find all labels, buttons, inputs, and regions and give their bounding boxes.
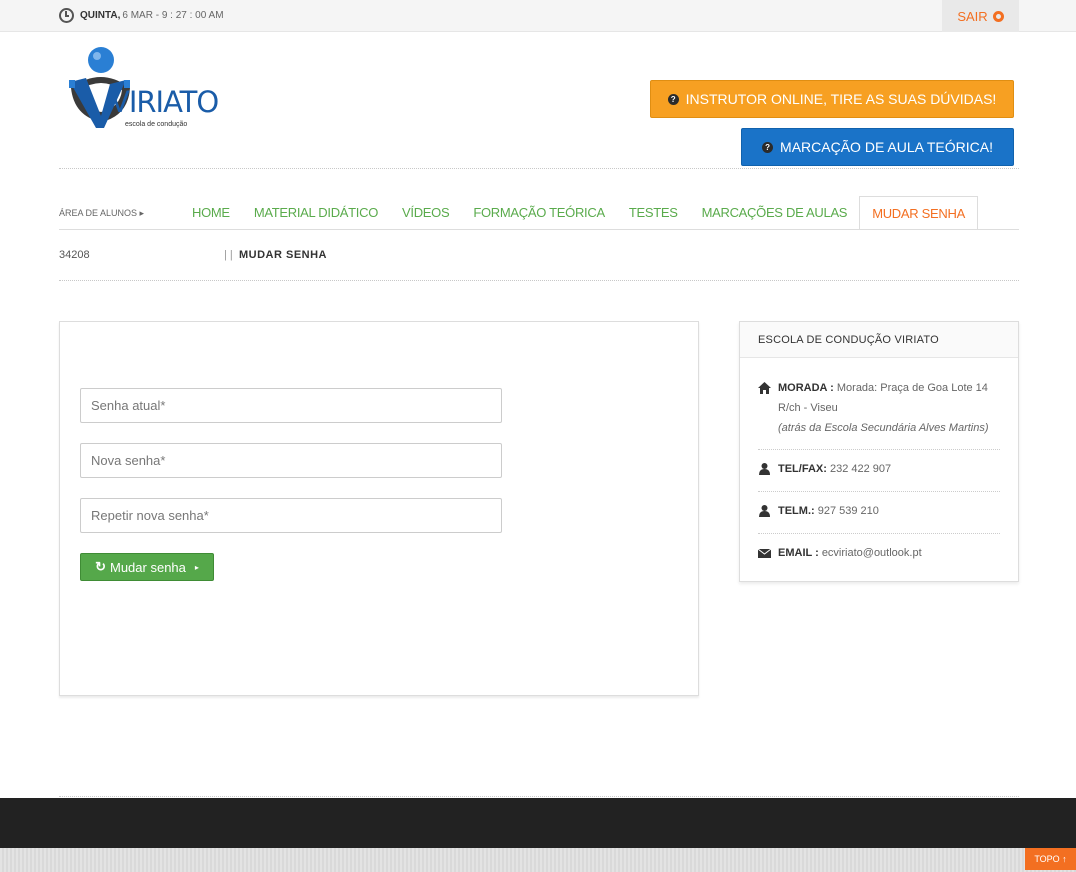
back-to-top-button[interactable]: TOPO ↑ (1025, 848, 1076, 870)
email-label: EMAIL : (778, 547, 819, 559)
telfax-label: TEL/FAX: (778, 463, 827, 475)
clock-icon (59, 8, 74, 23)
main-nav: HOME MATERIAL DIDÁTICO VÍDEOS FORMAÇÃO T… (180, 196, 978, 230)
new-password-input[interactable] (80, 443, 502, 478)
refresh-icon: ↻ (95, 559, 106, 574)
school-info-title: ESCOLA DE CONDUÇÃO VIRIATO (740, 322, 1018, 358)
footer (0, 798, 1076, 848)
email-value: ecviriato@outlook.pt (821, 547, 922, 559)
change-password-panel: ↻ Mudar senha ▸ (59, 321, 699, 696)
logout-label: SAIR (957, 8, 988, 24)
power-icon (992, 10, 1004, 22)
question-icon: ? (667, 93, 679, 105)
date-display: QUINTA, 6 MAR - 9 : 27 : 00 AM (59, 8, 224, 23)
breadcrumb: 34208 | | MUDAR SENHA (59, 249, 327, 261)
breadcrumb-divider (59, 280, 1019, 281)
brand-name: VIRIATO (110, 85, 219, 119)
date-day: QUINTA, (80, 10, 121, 21)
footer-bottom-strip (0, 848, 1076, 872)
instructor-online-label: INSTRUTOR ONLINE, TIRE AS SUAS DÚVIDAS! (685, 91, 997, 107)
nav-item-material-didatico[interactable]: MATERIAL DIDÁTICO (242, 196, 390, 230)
nav-item-marcacoes-de-aulas[interactable]: MARCAÇÕES DE AULAS (690, 196, 860, 230)
nav-item-formacao-teorica[interactable]: FORMAÇÃO TEÓRICA (461, 196, 616, 230)
date-time: 6 MAR - 9 : 27 : 00 AM (122, 10, 224, 21)
email-row: EMAIL : ecviriato@outlook.pt (758, 543, 1000, 563)
top-bar: QUINTA, 6 MAR - 9 : 27 : 00 AM SAIR (0, 0, 1076, 32)
envelope-icon (758, 548, 771, 558)
student-area-label: ÁREA DE ALUNOS ▸ (59, 208, 145, 218)
address-row: MORADA : Morada: Praça de Goa Lote 14 R/… (758, 378, 1000, 438)
nav-item-home[interactable]: HOME (180, 196, 242, 230)
nav-item-testes[interactable]: TESTES (617, 196, 690, 230)
student-id: 34208 (59, 249, 90, 261)
user-icon (759, 505, 770, 517)
repeat-password-input[interactable] (80, 498, 502, 533)
change-password-label: Mudar senha (110, 559, 186, 575)
footer-divider (59, 796, 1019, 797)
book-theory-class-label: MARCAÇÃO DE AULA TEÓRICA! (780, 139, 993, 155)
info-divider (758, 491, 1000, 492)
user-icon (759, 463, 770, 475)
logout-button[interactable]: SAIR (942, 0, 1019, 32)
book-theory-class-button[interactable]: ? MARCAÇÃO DE AULA TEÓRICA! (741, 128, 1014, 166)
home-icon (758, 382, 771, 394)
address-note: (atrás da Escola Secundária Alves Martin… (778, 422, 989, 434)
breadcrumb-current: MUDAR SENHA (239, 249, 327, 261)
telfax-value: 232 422 907 (829, 463, 892, 475)
header-divider (59, 168, 1019, 169)
info-divider (758, 449, 1000, 450)
caret-right-icon: ▸ (194, 562, 199, 572)
brand-tagline: escola de condução (125, 121, 188, 128)
question-icon: ? (762, 141, 774, 153)
nav-underline (59, 229, 1019, 230)
telfax-row: TEL/FAX: 232 422 907 (758, 459, 1000, 479)
instructor-online-button[interactable]: ? INSTRUTOR ONLINE, TIRE AS SUAS DÚVIDAS… (650, 80, 1014, 118)
school-info-panel: ESCOLA DE CONDUÇÃO VIRIATO MORADA : Mora… (739, 321, 1019, 582)
nav-item-mudar-senha[interactable]: MUDAR SENHA (859, 196, 978, 230)
address-label: MORADA : (778, 382, 834, 394)
mobile-row: TELM.: 927 539 210 (758, 501, 1000, 521)
nav-item-videos[interactable]: VÍDEOS (390, 196, 461, 230)
mobile-value: 927 539 210 (817, 505, 879, 517)
info-divider (758, 533, 1000, 534)
mobile-label: TELM.: (778, 505, 815, 517)
breadcrumb-separator: | | (224, 249, 233, 261)
current-password-input[interactable] (80, 388, 502, 423)
change-password-button[interactable]: ↻ Mudar senha ▸ (80, 553, 214, 581)
